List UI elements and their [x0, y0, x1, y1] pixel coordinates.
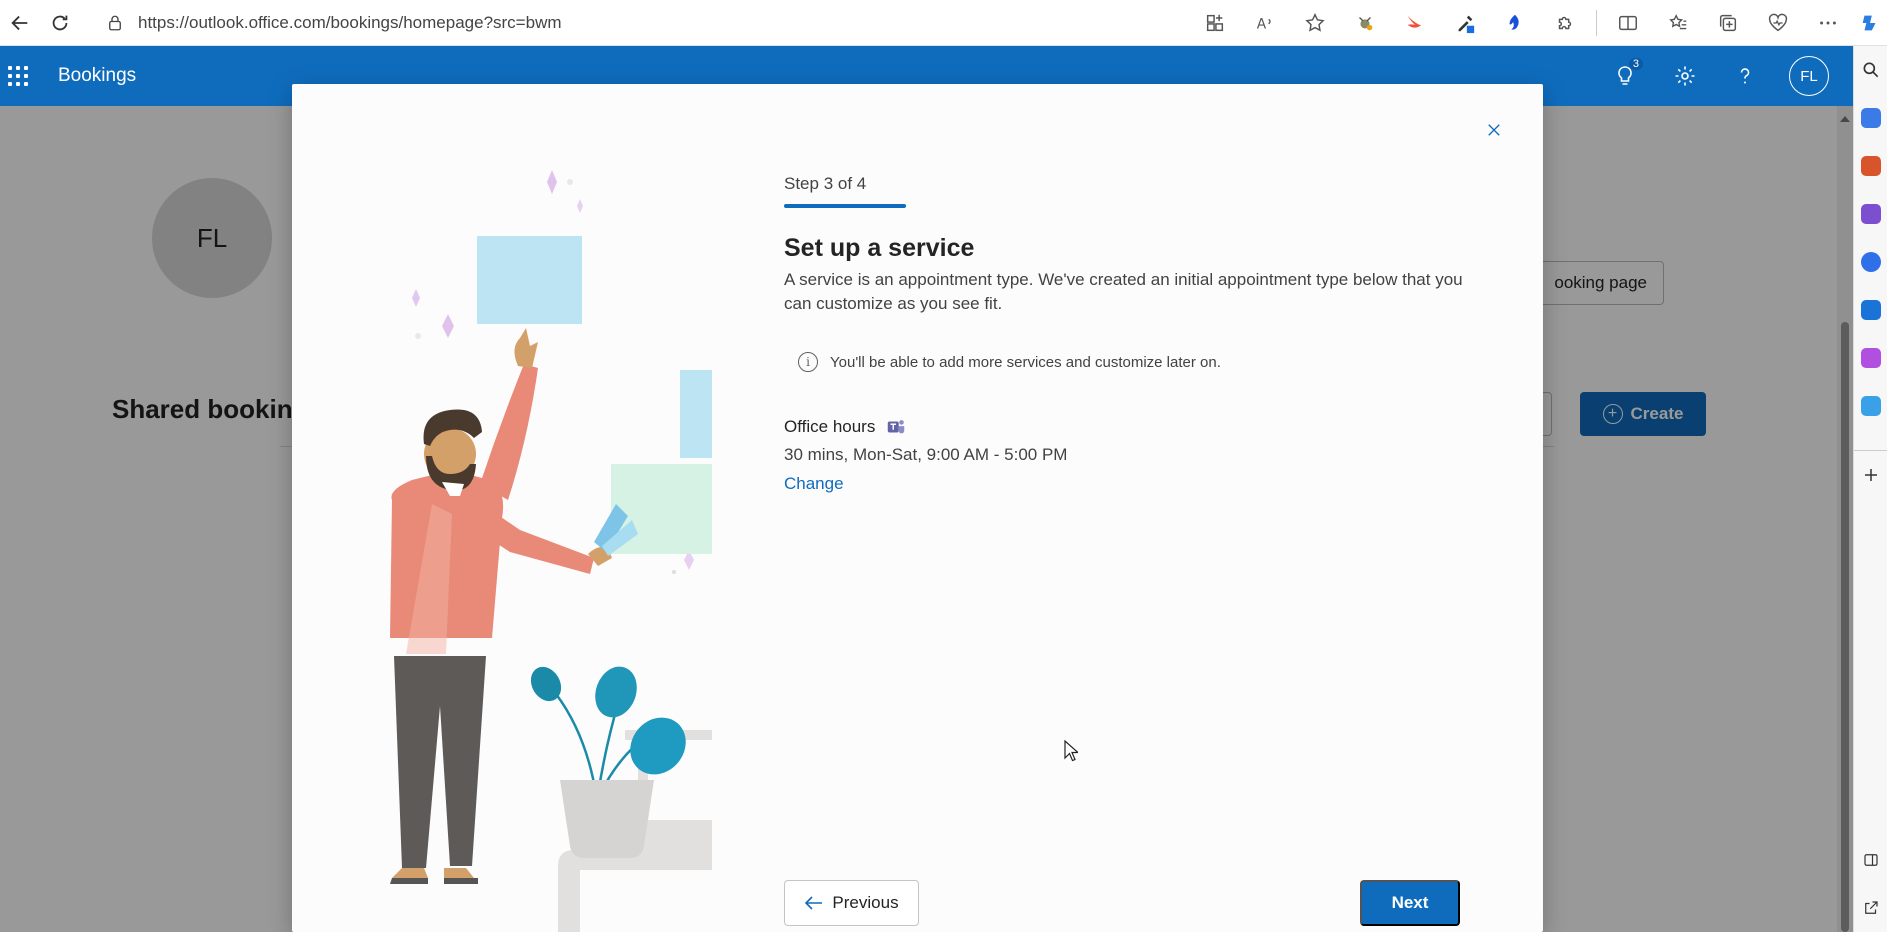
- close-icon: [1488, 124, 1500, 136]
- refresh-button[interactable]: [40, 3, 80, 43]
- change-service-link[interactable]: Change: [784, 474, 844, 494]
- app-available-icon[interactable]: [1190, 0, 1240, 46]
- previous-button[interactable]: Previous: [784, 880, 919, 926]
- back-button[interactable]: [0, 3, 40, 43]
- dialog-description: A service is an appointment type. We've …: [784, 270, 1463, 313]
- previous-label: Previous: [832, 893, 899, 912]
- browser-toolbar: https://outlook.office.com/bookings/home…: [0, 0, 1887, 46]
- next-button[interactable]: Next: [1360, 880, 1460, 926]
- add-icon[interactable]: [1854, 450, 1887, 498]
- flame-icon[interactable]: [1490, 0, 1540, 46]
- info-text: You'll be able to add more services and …: [830, 353, 1221, 371]
- browser-essentials-icon[interactable]: [1753, 0, 1803, 46]
- svg-text:A: A: [1257, 17, 1267, 33]
- browser-toolbar-icons: A: [1190, 0, 1887, 46]
- extension-bug-icon[interactable]: [1340, 0, 1390, 46]
- settings-button[interactable]: [1655, 46, 1715, 106]
- color-picker-icon[interactable]: [1440, 0, 1490, 46]
- whats-new-button[interactable]: 3: [1595, 46, 1655, 106]
- url-text: https://outlook.office.com/bookings/home…: [138, 12, 562, 32]
- copilot-icon[interactable]: [1853, 0, 1887, 46]
- person-illustration: [390, 170, 712, 932]
- search-icon[interactable]: [1854, 46, 1887, 94]
- collections-icon[interactable]: [1703, 0, 1753, 46]
- shopping-tag-icon[interactable]: [1854, 94, 1887, 142]
- service-header: Office hours: [784, 416, 907, 438]
- address-bar[interactable]: https://outlook.office.com/bookings/home…: [88, 6, 1068, 40]
- help-button[interactable]: [1715, 46, 1775, 106]
- dialog-title: Set up a service: [784, 234, 975, 262]
- step-progress-bar: [784, 204, 906, 208]
- edge-sidebar: [1853, 46, 1887, 932]
- notification-count: 3: [1628, 58, 1643, 70]
- split-screen-icon[interactable]: [1603, 0, 1653, 46]
- header-actions: 3 FL: [1595, 46, 1843, 106]
- sidebar-toggle-icon[interactable]: [1854, 836, 1887, 884]
- external-link-icon[interactable]: [1854, 884, 1887, 932]
- app-launcher-button[interactable]: [0, 46, 36, 106]
- info-message: i You'll be able to add more services an…: [798, 352, 1221, 372]
- microsoft365-icon[interactable]: [1854, 238, 1887, 286]
- dialog-content: Step 3 of 4 Set up a service A service i…: [784, 84, 1484, 932]
- more-options-icon[interactable]: [1803, 0, 1853, 46]
- waffle-icon: [8, 66, 28, 86]
- back-arrow-icon: [11, 15, 28, 30]
- gear-icon: [1675, 66, 1695, 86]
- setup-service-dialog: Step 3 of 4 Set up a service A service i…: [292, 84, 1543, 932]
- extensions-puzzle-icon[interactable]: [1540, 0, 1590, 46]
- games-icon[interactable]: [1854, 190, 1887, 238]
- toolbar-separator: [1596, 10, 1597, 36]
- service-details: 30 mins, Mon-Sat, 9:00 AM - 5:00 PM: [784, 445, 1068, 464]
- service-name: Office hours: [784, 417, 876, 436]
- step-indicator: Step 3 of 4: [784, 174, 867, 193]
- swift-icon[interactable]: [1390, 0, 1440, 46]
- favorites-icon[interactable]: [1653, 0, 1703, 46]
- mouse-cursor-icon: [1064, 740, 1078, 762]
- send-icon[interactable]: [1854, 382, 1887, 430]
- help-icon: [1740, 68, 1750, 84]
- designer-icon[interactable]: [1854, 334, 1887, 382]
- tools-icon[interactable]: [1854, 142, 1887, 190]
- arrow-left-icon: [805, 896, 823, 910]
- refresh-icon: [52, 15, 68, 30]
- account-avatar[interactable]: FL: [1789, 56, 1829, 96]
- app-title[interactable]: Bookings: [58, 65, 136, 87]
- outlook-icon[interactable]: [1854, 286, 1887, 334]
- teams-icon: [888, 420, 905, 434]
- favorite-star-icon[interactable]: [1290, 0, 1340, 46]
- info-icon: i: [798, 352, 818, 372]
- read-aloud-icon[interactable]: A: [1240, 0, 1290, 46]
- lock-icon: [109, 15, 121, 30]
